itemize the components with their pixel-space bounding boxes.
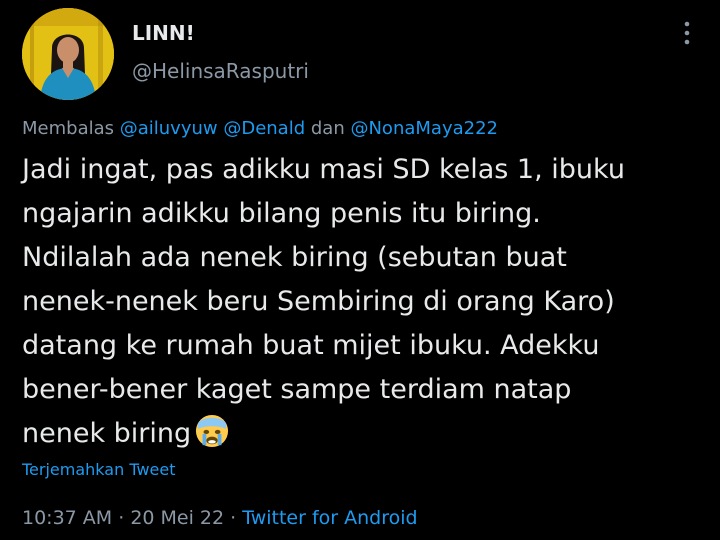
crying-face-icon: [196, 414, 229, 448]
reply-context: Membalas @ailuvyuw @Denald dan @NonaMaya…: [22, 118, 498, 139]
tweet-header: LINN! @HelinsaRasputri: [22, 8, 702, 100]
reply-conjunction: dan: [305, 118, 351, 139]
tweet-body: Jadi ingat, pas adikku masi SD kelas 1, …: [22, 148, 712, 456]
meta-separator: ·: [112, 507, 131, 529]
tweet-date[interactable]: 20 Mei 22: [130, 507, 224, 529]
display-name[interactable]: LINN!: [132, 21, 195, 45]
more-options-icon[interactable]: [682, 20, 692, 46]
avatar-image: [22, 8, 114, 100]
meta-separator: ·: [224, 507, 243, 529]
avatar[interactable]: [22, 8, 114, 100]
reply-prefix: Membalas: [22, 118, 120, 139]
mention-link[interactable]: @Denald: [223, 118, 305, 139]
mention-link[interactable]: @ailuvyuw: [120, 118, 218, 139]
translate-tweet-link[interactable]: Terjemahkan Tweet: [22, 460, 175, 479]
mention-link[interactable]: @NonaMaya222: [350, 118, 498, 139]
tweet-source-link[interactable]: Twitter for Android: [242, 507, 417, 529]
tweet-text: Jadi ingat, pas adikku masi SD kelas 1, …: [22, 154, 625, 449]
tweet-metadata: 10:37 AM · 20 Mei 22 · Twitter for Andro…: [22, 507, 418, 529]
user-handle[interactable]: @HelinsaRasputri: [132, 59, 309, 83]
tweet-time[interactable]: 10:37 AM: [22, 507, 112, 529]
